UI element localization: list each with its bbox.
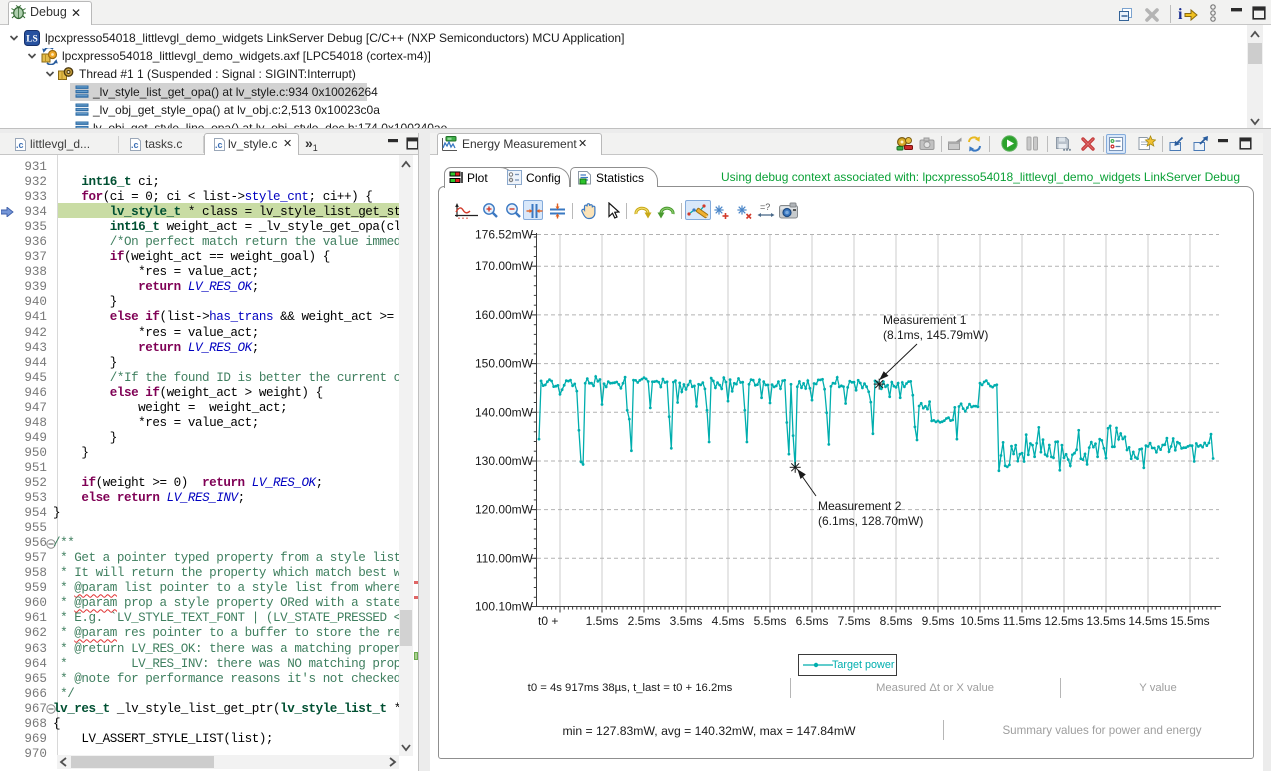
svg-text:170.00mW: 170.00mW [475,259,534,273]
svg-text:1.5ms: 1.5ms [586,614,619,628]
svg-text:160.00mW: 160.00mW [475,308,534,322]
svg-text:10.5ms: 10.5ms [960,614,999,628]
svg-text:3.5ms: 3.5ms [670,614,703,628]
svg-text:LS: LS [26,35,38,45]
svg-text:15.5ms: 15.5ms [1170,614,1209,628]
svg-text:.c: .c [16,140,24,150]
svg-text:t0 +: t0 + [538,614,558,628]
svg-text:11.5ms: 11.5ms [1003,614,1041,628]
svg-text:.c: .c [131,140,139,150]
svg-text:5.5ms: 5.5ms [754,614,787,628]
svg-text:14.5ms: 14.5ms [1128,614,1167,628]
svg-text:2.5ms: 2.5ms [628,614,661,628]
svg-text:150.00mW: 150.00mW [475,357,534,371]
svg-text:6.5ms: 6.5ms [796,614,829,628]
svg-text:.c: .c [215,140,223,150]
svg-text:(8.1ms, 145.79mW): (8.1ms, 145.79mW) [883,328,988,342]
svg-text:100.10mW: 100.10mW [475,600,534,614]
svg-text:Measurement 1: Measurement 1 [883,313,967,327]
svg-text:7.5ms: 7.5ms [838,614,871,628]
svg-text:140.00mW: 140.00mW [475,405,534,419]
svg-text:120.00mW: 120.00mW [475,503,534,517]
svg-text:13.5ms: 13.5ms [1086,614,1125,628]
svg-text:130.00mW: 130.00mW [475,454,534,468]
svg-text:Measurement 2: Measurement 2 [818,499,902,513]
svg-text:9.5ms: 9.5ms [922,614,955,628]
svg-text:(6.1ms, 128.70mW): (6.1ms, 128.70mW) [818,514,923,528]
svg-text:110.00mW: 110.00mW [476,551,534,565]
svg-text:4.5ms: 4.5ms [712,614,745,628]
svg-text:12.5ms: 12.5ms [1044,614,1083,628]
svg-text:176.52mW: 176.52mW [475,228,534,242]
svg-text:8.5ms: 8.5ms [880,614,913,628]
svg-text:i: i [1178,6,1183,22]
